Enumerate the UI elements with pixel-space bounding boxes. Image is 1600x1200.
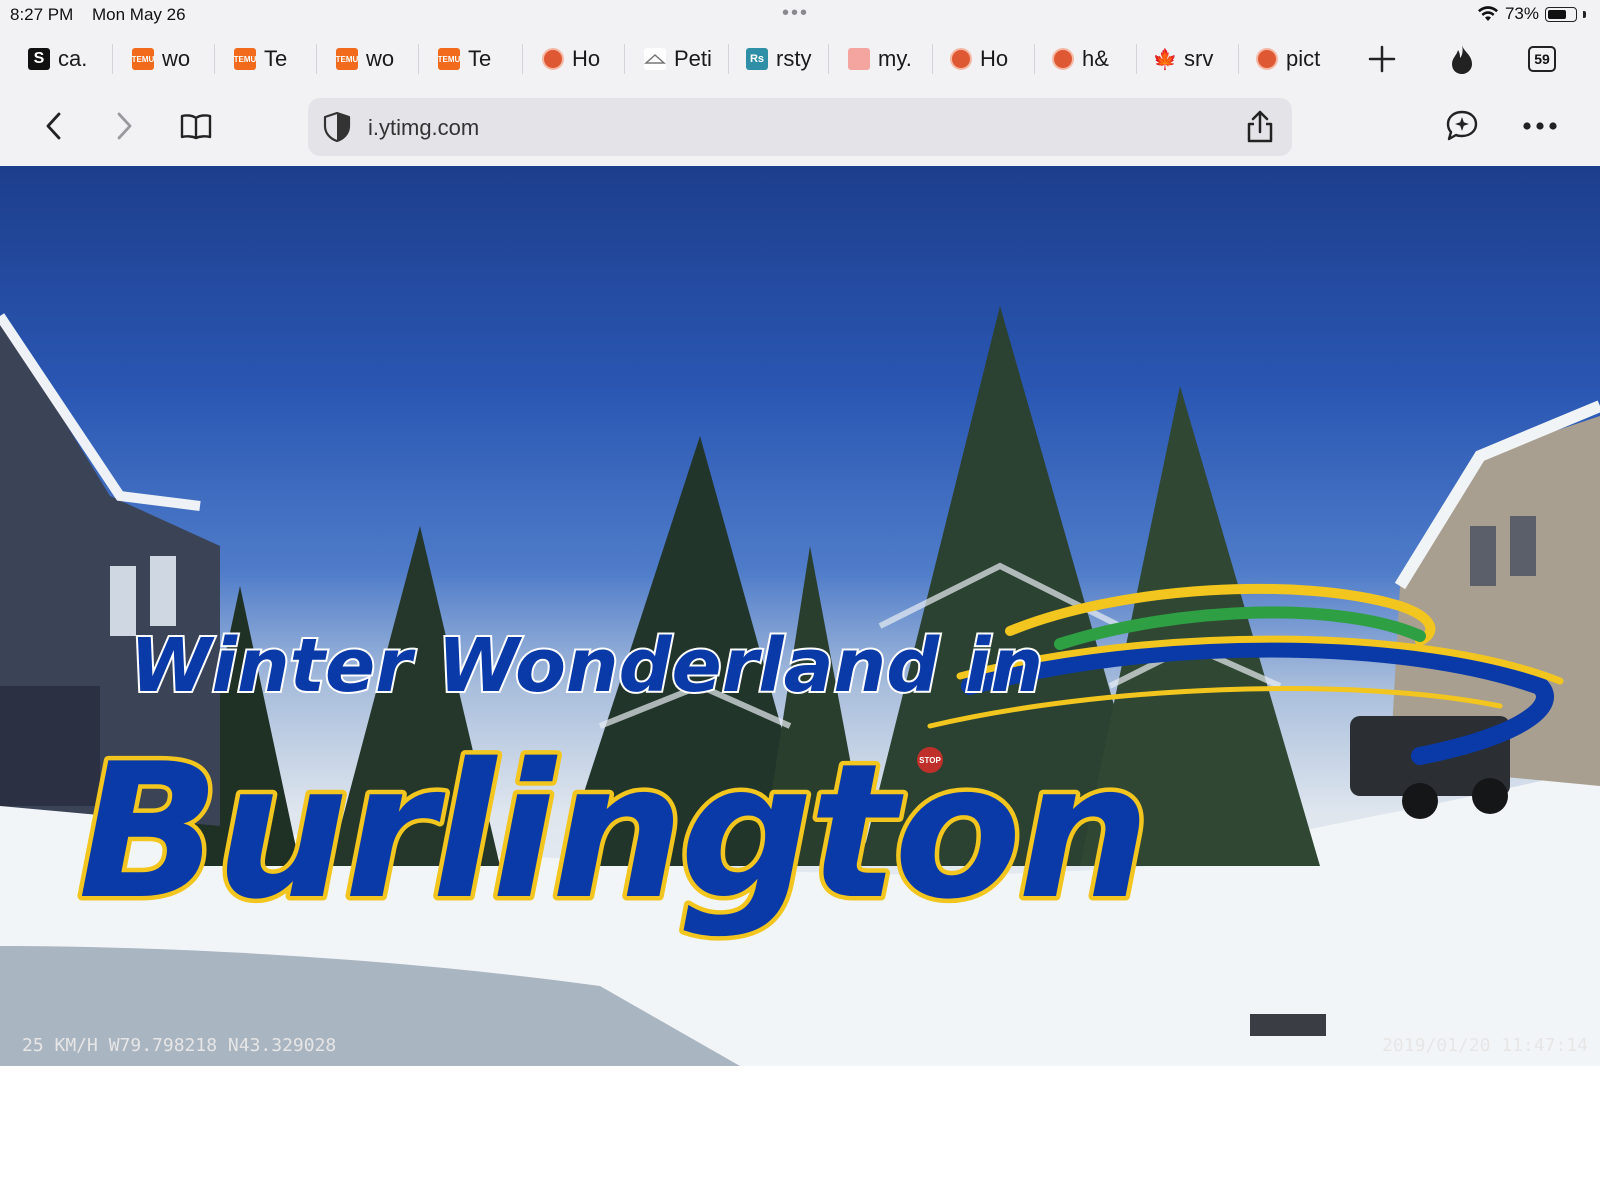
tab-4[interactable]: TEMU wo [336, 40, 394, 78]
tab-label: h& [1082, 46, 1109, 71]
temu-icon: TEMU [234, 48, 256, 70]
maple-leaf-icon: 🍁 [1152, 48, 1178, 71]
tab-separator [1136, 44, 1137, 74]
tab-13[interactable]: pict [1256, 40, 1320, 78]
plus-icon [1368, 45, 1396, 73]
duckduckgo-icon [1052, 48, 1074, 70]
tab-3[interactable]: TEMU Te [234, 40, 288, 78]
multitasking-dots-icon[interactable]: ••• [782, 2, 809, 25]
page-image: STOP Winter Wonderland in Burlington 25 … [0, 166, 1600, 1066]
overlay-title-line1: Winter Wonderland in [130, 623, 1043, 709]
tab-separator [828, 44, 829, 74]
tab-label: Ho [980, 46, 1009, 71]
tab-5[interactable]: TEMU Te [438, 40, 492, 78]
tab-6[interactable]: Ho [542, 40, 600, 78]
redaction-box [1250, 1014, 1326, 1036]
tab-label: srv [1184, 46, 1214, 71]
tab-label: ca. [58, 46, 88, 71]
status-date: Mon May 26 [92, 5, 186, 24]
tab-7[interactable]: Peti [644, 40, 712, 78]
dashcam-speed-gps: 25 KM/H W79.798218 N43.329028 [22, 1035, 337, 1056]
rs-icon: Rs [746, 48, 768, 70]
tab-label: wo [162, 46, 191, 71]
new-tab-button[interactable] [1362, 40, 1402, 78]
tab-separator [624, 44, 625, 74]
tab-12[interactable]: 🍁 srv [1152, 40, 1214, 78]
tab-separator [728, 44, 729, 74]
tab-separator [932, 44, 933, 74]
tab-label: pict [1286, 46, 1321, 71]
status-time: 8:27 PM [10, 5, 74, 24]
tab-label: Te [264, 46, 288, 71]
forward-button[interactable] [102, 104, 146, 148]
browser-toolbar: i.ytimg.com [0, 88, 1600, 166]
share-button[interactable] [1242, 107, 1278, 147]
tab-8[interactable]: Rs rsty [746, 40, 811, 78]
tab-label: Te [468, 46, 492, 71]
dashcam-timestamp: 2019/01/20 11:47:14 [1382, 1035, 1588, 1056]
shield-icon [323, 111, 351, 143]
battery-level [1548, 9, 1566, 19]
url-text: i.ytimg.com [368, 115, 480, 140]
status-bar: 8:27 PM Mon May 26 ••• 73% [0, 0, 1600, 30]
tab-separator [214, 44, 215, 74]
pink-icon [848, 48, 870, 70]
hanger-icon [644, 48, 666, 70]
chat-sparkle-icon [1446, 110, 1478, 141]
tab-bar: S ca. TEMU wo TEMU Te TEMU wo TEMU Te Ho… [0, 30, 1600, 88]
tab-label: rsty [776, 46, 812, 71]
tab-separator [1238, 44, 1239, 74]
tab-1[interactable]: S ca. [28, 40, 87, 78]
tab-count: 59 [1528, 46, 1556, 72]
duckduckgo-icon [950, 48, 972, 70]
battery-icon [1545, 6, 1577, 22]
chevron-left-icon [46, 112, 61, 140]
s-icon: S [28, 48, 50, 70]
tab-separator [522, 44, 523, 74]
battery-tip [1583, 10, 1586, 18]
address-bar[interactable]: i.ytimg.com [308, 98, 1292, 156]
more-menu-button[interactable] [1518, 104, 1562, 148]
battery-percent: 73% [1504, 4, 1539, 23]
tab-separator [418, 44, 419, 74]
tab-label: my. [878, 46, 912, 71]
temu-icon: TEMU [438, 48, 460, 70]
tab-label: Peti [674, 46, 712, 71]
tab-label: Ho [572, 46, 601, 71]
tab-separator [316, 44, 317, 74]
ai-chat-button[interactable] [1440, 104, 1484, 148]
duckduckgo-icon [1256, 48, 1278, 70]
flame-icon [1452, 45, 1472, 74]
book-icon [180, 114, 212, 140]
more-icon [1523, 122, 1557, 130]
tab-separator [1034, 44, 1035, 74]
winter-scene: STOP Winter Wonderland in Burlington [0, 306, 1600, 1066]
tab-2[interactable]: TEMU wo [132, 40, 190, 78]
tab-10[interactable]: Ho [950, 40, 1008, 78]
tab-switcher-button[interactable]: 59 [1522, 40, 1562, 78]
chevron-right-icon [117, 112, 132, 140]
back-button[interactable] [32, 104, 76, 148]
duckduckgo-icon [542, 48, 564, 70]
temu-icon: TEMU [336, 48, 358, 70]
tab-9[interactable]: my. [848, 40, 912, 78]
tab-separator [112, 44, 113, 74]
temu-icon: TEMU [132, 48, 154, 70]
burn-button[interactable] [1442, 40, 1482, 78]
share-icon [1247, 110, 1273, 143]
tab-label: wo [366, 46, 395, 71]
status-indicators: 73% [1477, 4, 1586, 24]
wifi-icon [1477, 6, 1498, 21]
tab-11[interactable]: h& [1052, 40, 1109, 78]
overlay-title-line2: Burlington [78, 723, 1146, 940]
bookmarks-button[interactable] [174, 104, 218, 148]
